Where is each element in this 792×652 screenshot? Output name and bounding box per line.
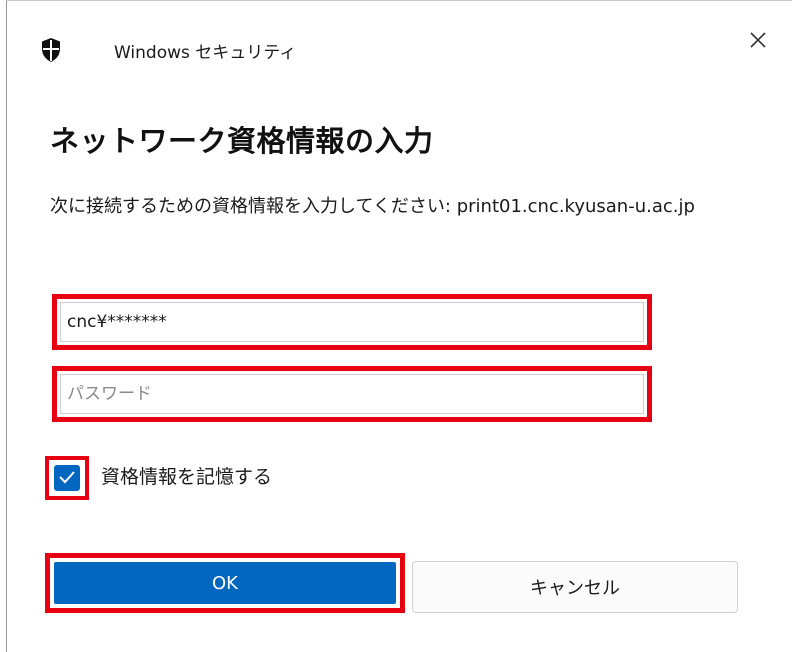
dialog-border-top	[6, 0, 792, 1]
username-input[interactable]	[65, 311, 643, 333]
credential-dialog: Windows セキュリティ ネットワーク資格情報の入力 次に接続するための資格…	[0, 0, 792, 652]
close-icon	[749, 31, 767, 53]
close-button[interactable]	[744, 28, 772, 56]
page-title: ネットワーク資格情報の入力	[50, 124, 434, 158]
ok-button[interactable]: OK	[54, 562, 396, 604]
password-field-highlight	[52, 366, 652, 422]
remember-checkbox-highlight	[45, 456, 89, 500]
password-input[interactable]	[65, 383, 643, 405]
dialog-header: Windows セキュリティ	[40, 30, 296, 70]
remember-checkbox[interactable]	[54, 465, 80, 491]
remember-label[interactable]: 資格情報を記憶する	[101, 462, 272, 489]
dialog-border-left	[6, 0, 7, 652]
cancel-button[interactable]: キャンセル	[412, 561, 738, 613]
shield-icon	[40, 37, 62, 63]
checkmark-icon	[58, 469, 76, 488]
dialog-message: 次に接続するための資格情報を入力してください: print01.cnc.kyus…	[50, 196, 695, 217]
app-title: Windows セキュリティ	[114, 42, 297, 63]
ok-button-highlight: OK	[45, 553, 405, 613]
username-field-highlight	[52, 294, 652, 350]
